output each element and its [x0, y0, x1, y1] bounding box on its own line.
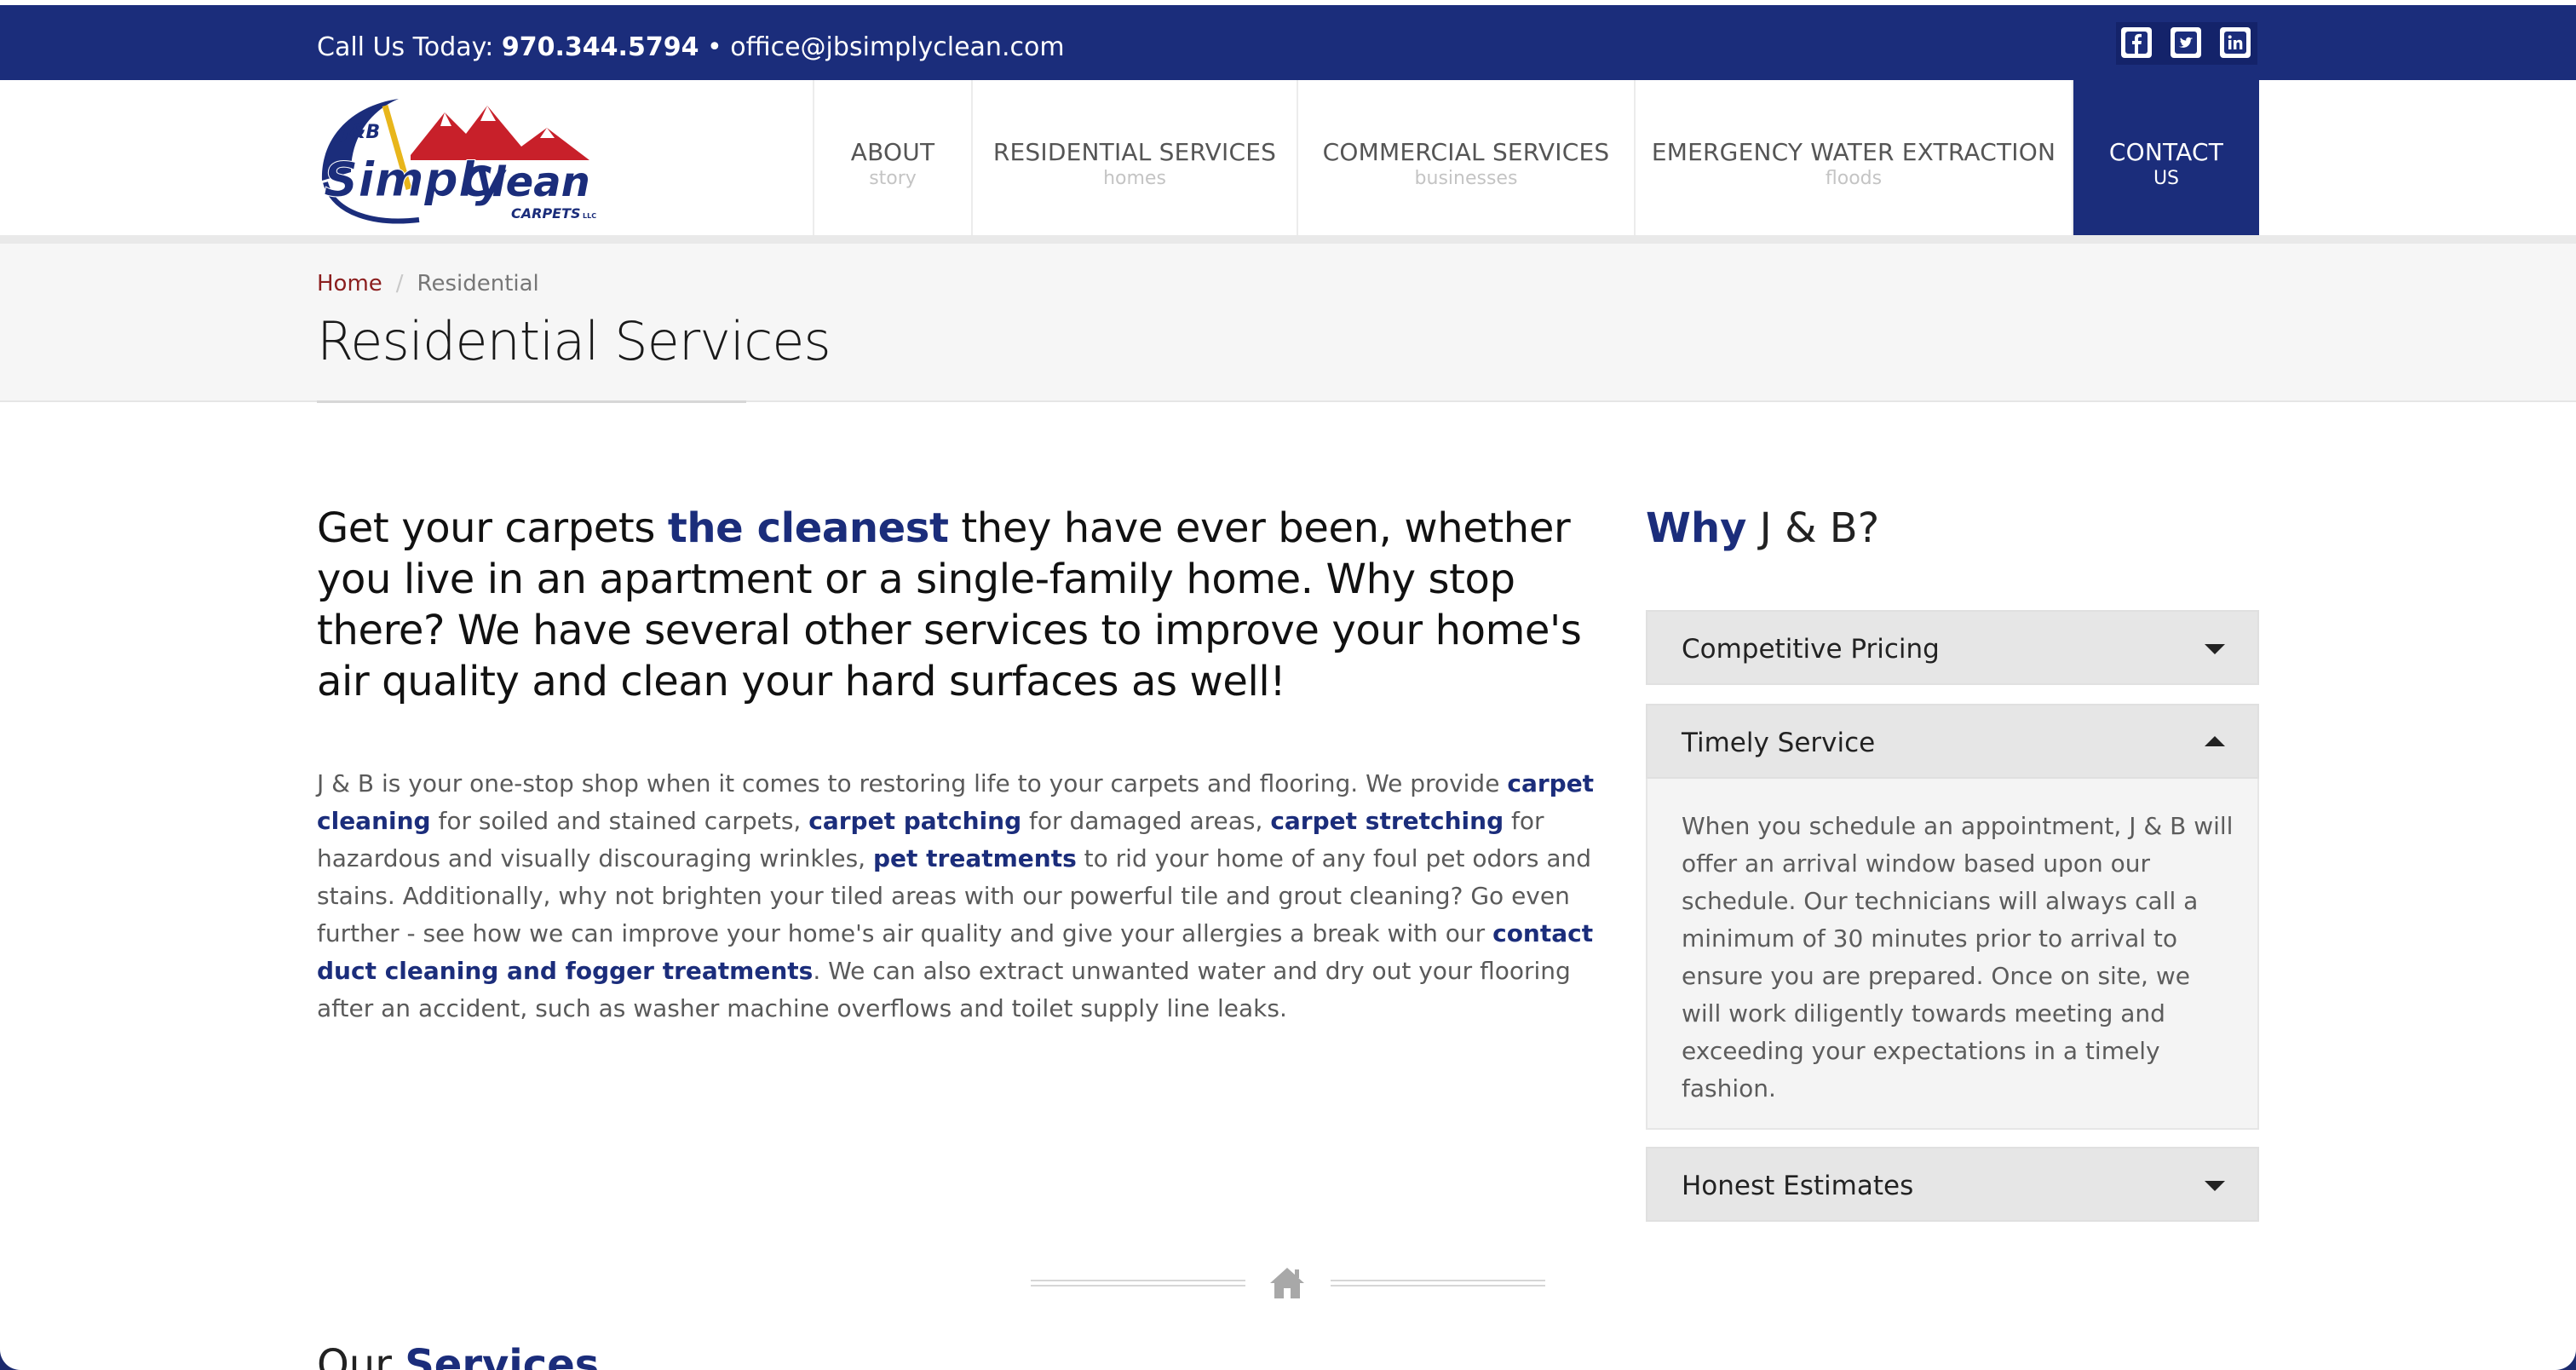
linkedin-icon[interactable] [2220, 27, 2251, 58]
top-bar: Call Us Today: 970.344.5794 • office@jbs… [0, 5, 2576, 80]
logo-clean-text: Clean [462, 158, 590, 206]
facebook-icon[interactable] [2121, 27, 2152, 58]
body-text-3: for damaged areas, [1021, 807, 1271, 835]
services-heading-a: Our [317, 1341, 405, 1370]
nav-about-sub: story [869, 168, 917, 189]
caret-down-icon [2205, 644, 2225, 654]
breadcrumb-home-link[interactable]: Home [317, 271, 382, 296]
accordion-label: Timely Service [1682, 728, 1876, 758]
nav-residential-services[interactable]: RESIDENTIAL SERVICES homes [971, 80, 1297, 235]
accordion-timely-service[interactable]: Timely Service [1646, 704, 2259, 779]
nav-commercial-sub: businesses [1414, 168, 1518, 189]
caret-down-icon [2205, 1181, 2225, 1191]
nav-contact-sub: US [2153, 168, 2180, 189]
title-underline [317, 400, 746, 403]
divider-line-right [1331, 1280, 1545, 1287]
nav-emergency-sub: floods [1825, 168, 1883, 189]
nav-about[interactable]: ABOUT story [813, 80, 971, 235]
contact-info: Call Us Today: 970.344.5794 • office@jbs… [317, 32, 1065, 62]
breadcrumb: Home / Residential [317, 271, 539, 296]
nav-contact[interactable]: CONTACT US [2073, 80, 2259, 235]
call-label: Call Us Today: [317, 32, 494, 62]
nav-commercial-label: COMMERCIAL SERVICES [1322, 138, 1610, 166]
lead-paragraph: Get your carpets the cleanest they have … [317, 503, 1603, 707]
accordion-label: Competitive Pricing [1682, 634, 1940, 665]
nav-divider [0, 235, 2576, 244]
main-navigation: J&B Simply Clean CARPETS LLC ABOUT story… [0, 80, 2576, 235]
accordion-content-text: When you schedule an appointment, J & B … [1682, 812, 2234, 1102]
home-icon [1268, 1264, 1307, 1302]
body-text-2: for soiled and stained carpets, [430, 807, 809, 835]
accordion-honest-estimates[interactable]: Honest Estimates [1646, 1147, 2259, 1222]
lead-text-a: Get your carpets [317, 504, 668, 552]
nav-residential-label: RESIDENTIAL SERVICES [992, 138, 1277, 166]
nav-emergency-water-extraction[interactable]: EMERGENCY WATER EXTRACTION floods [1634, 80, 2073, 235]
page: Call Us Today: 970.344.5794 • office@jbs… [0, 0, 2576, 1370]
breadcrumb-current: Residential [417, 271, 539, 296]
logo-jb-text: J&B [339, 122, 380, 143]
services-heading-b: Services [405, 1341, 600, 1370]
phone-link[interactable]: 970.344.5794 [502, 32, 699, 62]
why-heading: Why J & B? [1646, 504, 1879, 552]
nav-emergency-label: EMERGENCY WATER EXTRACTION [1651, 138, 2056, 166]
carpet-stretching-link[interactable]: carpet stretching [1270, 807, 1504, 835]
nav-commercial-services[interactable]: COMMERCIAL SERVICES businesses [1297, 80, 1634, 235]
logo-carpets-text: CARPETS [511, 205, 581, 222]
body-text-1: J & B is your one-stop shop when it come… [317, 769, 1508, 797]
why-rest: J & B? [1746, 504, 1880, 552]
email-link[interactable]: office@jbsimplyclean.com [730, 32, 1064, 62]
page-header: Home / Residential Residential Services [0, 244, 2576, 403]
nav-about-label: ABOUT [850, 138, 935, 166]
twitter-icon[interactable] [2171, 27, 2201, 58]
nav-contact-label: CONTACT [2108, 138, 2224, 166]
why-bold: Why [1646, 504, 1747, 552]
page-title: Residential Services [317, 310, 831, 372]
caret-up-icon [2205, 736, 2225, 746]
body-paragraph: J & B is your one-stop shop when it come… [317, 765, 1603, 1028]
pet-treatments-link[interactable]: pet treatments [873, 844, 1077, 872]
carpet-patching-link[interactable]: carpet patching [808, 807, 1021, 835]
services-heading: Our Services [317, 1341, 599, 1370]
logo-llc-text: LLC [583, 212, 596, 220]
lead-highlight: the cleanest [667, 504, 949, 552]
accordion-timely-service-content: When you schedule an appointment, J & B … [1646, 779, 2259, 1130]
accordion-label: Honest Estimates [1682, 1171, 1914, 1201]
nav-residential-sub: homes [1103, 168, 1166, 189]
divider-line-left [1031, 1280, 1245, 1287]
contact-separator: • [707, 32, 722, 62]
breadcrumb-separator: / [395, 271, 404, 296]
accordion-competitive-pricing[interactable]: Competitive Pricing [1646, 610, 2259, 685]
company-logo[interactable]: J&B Simply Clean CARPETS LLC [317, 87, 598, 227]
